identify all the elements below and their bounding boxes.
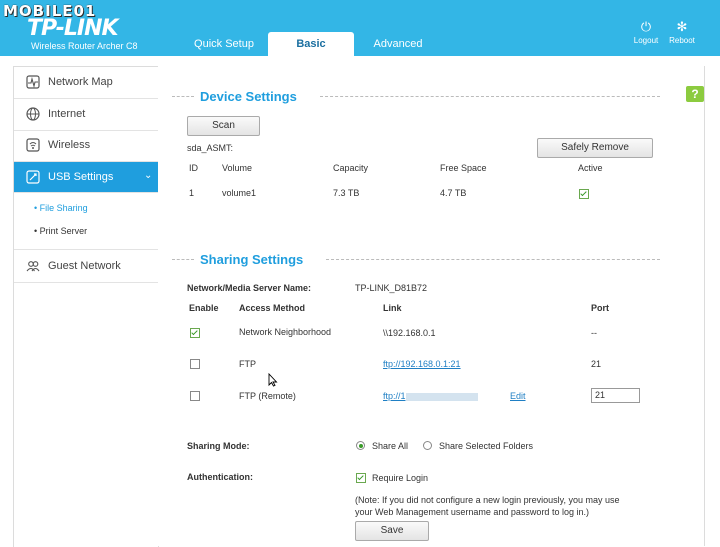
reboot-button[interactable]: ✻ Reboot (662, 19, 702, 46)
section-divider (172, 259, 194, 260)
header-bar: MOBILE01 TP-LINK Wireless Router Archer … (0, 0, 720, 56)
tab-quick-setup[interactable]: Quick Setup (178, 32, 270, 56)
column-header-capacity: Capacity (333, 163, 369, 173)
column-header-enable: Enable (189, 303, 219, 313)
edit-link[interactable]: Edit (510, 391, 526, 401)
sidebar-item-guest-network[interactable]: Guest Network (14, 249, 158, 283)
active-checkbox[interactable] (579, 189, 589, 199)
pulse-icon (26, 75, 40, 89)
logout-label: Logout (633, 36, 659, 45)
chevron-down-icon: ⌄ (144, 170, 153, 181)
logout-button[interactable]: ⏻ Logout (626, 19, 666, 46)
server-name-value: TP-LINK_D81B72 (355, 283, 428, 293)
sidebar-item-network-map[interactable]: Network Map (14, 67, 158, 99)
globe-icon (26, 107, 40, 121)
access-method: FTP (239, 359, 256, 369)
row-capacity: 7.3 TB (333, 188, 360, 198)
reboot-label: Reboot (669, 36, 695, 45)
column-header-active: Active (578, 163, 603, 173)
link-text: \\192.168.0.1 (383, 328, 436, 338)
tab-advanced[interactable]: Advanced (356, 32, 440, 56)
require-login-label: Require Login (372, 473, 429, 483)
column-header-volume: Volume (222, 163, 253, 173)
column-header-free-space: Free Space (440, 163, 487, 173)
wifi-icon (26, 138, 40, 152)
section-divider (320, 96, 660, 97)
sidebar-item-internet[interactable]: Internet (14, 99, 158, 131)
sidebar-item-label: Internet (48, 108, 86, 120)
port-value: 21 (591, 359, 602, 369)
enable-checkbox[interactable] (190, 391, 200, 401)
ftp-link[interactable]: ftp://192.168.0.1:21 (383, 359, 461, 369)
row-free-space: 4.7 TB (440, 188, 467, 198)
disk-name: sda_ASMT: (187, 143, 234, 153)
device-settings-title: Device Settings (200, 89, 297, 104)
sidebar-subitem-print-server[interactable]: • Print Server (34, 226, 87, 236)
enable-checkbox[interactable] (190, 328, 200, 338)
sharing-mode-label: Sharing Mode: (187, 441, 250, 451)
subitem-label: Print Server (39, 226, 88, 236)
sidebar: Network Map Internet Wireless USB Settin… (13, 66, 159, 547)
save-button[interactable]: Save (355, 521, 429, 541)
usb-icon (26, 170, 40, 184)
section-divider (172, 96, 194, 97)
sharing-settings-title: Sharing Settings (200, 252, 304, 267)
sidebar-item-usb-settings[interactable]: USB Settings ⌄ (14, 162, 158, 193)
sidebar-item-label: Network Map (48, 76, 113, 88)
remote-ftp-link[interactable]: ftp://1 (383, 391, 478, 401)
sidebar-subitem-file-sharing[interactable]: • File Sharing (34, 203, 88, 213)
login-note-line2: your Web Management username and passwor… (355, 507, 589, 517)
authentication-label: Authentication: (187, 472, 253, 482)
sidebar-item-label: Wireless (48, 139, 91, 151)
column-header-access-method: Access Method (239, 303, 306, 313)
reboot-icon: ✻ (676, 19, 688, 34)
enable-checkbox[interactable] (190, 359, 200, 369)
row-volume: volume1 (222, 188, 257, 198)
router-model: Wireless Router Archer C8 (31, 41, 138, 51)
sidebar-item-label: Guest Network (48, 260, 121, 272)
section-divider (326, 259, 660, 260)
access-method: FTP (Remote) (239, 391, 296, 401)
remote-ftp-link-text: ftp://1 (383, 391, 406, 401)
brand-logo: TP-LINK (27, 16, 119, 41)
share-all-radio[interactable] (356, 441, 365, 450)
login-note-line1: (Note: If you did not configure a new lo… (355, 495, 620, 505)
require-login-checkbox[interactable] (356, 473, 366, 483)
column-header-id: ID (189, 163, 198, 173)
access-method: Network Neighborhood (239, 327, 332, 337)
sidebar-item-label: USB Settings (48, 171, 114, 183)
share-selected-label: Share Selected Folders (439, 441, 534, 451)
share-all-label: Share All (372, 441, 409, 451)
port-value: -- (591, 328, 597, 338)
remote-port-input[interactable]: 21 (591, 388, 640, 403)
share-selected-radio[interactable] (423, 441, 432, 450)
scan-button[interactable]: Scan (187, 116, 260, 136)
users-icon (26, 261, 40, 272)
tab-basic[interactable]: Basic (268, 32, 354, 56)
mouse-cursor-icon (268, 373, 278, 387)
server-name-label: Network/Media Server Name: (187, 283, 312, 293)
help-button[interactable]: ? (686, 86, 704, 102)
column-header-port: Port (591, 303, 609, 313)
sidebar-item-wireless[interactable]: Wireless (14, 130, 158, 162)
safely-remove-button[interactable]: Safely Remove (537, 138, 653, 158)
redacted-address (405, 392, 478, 401)
power-icon: ⏻ (640, 19, 652, 34)
row-id: 1 (189, 188, 195, 198)
column-header-link: Link (383, 303, 402, 313)
subitem-label: File Sharing (39, 203, 88, 213)
